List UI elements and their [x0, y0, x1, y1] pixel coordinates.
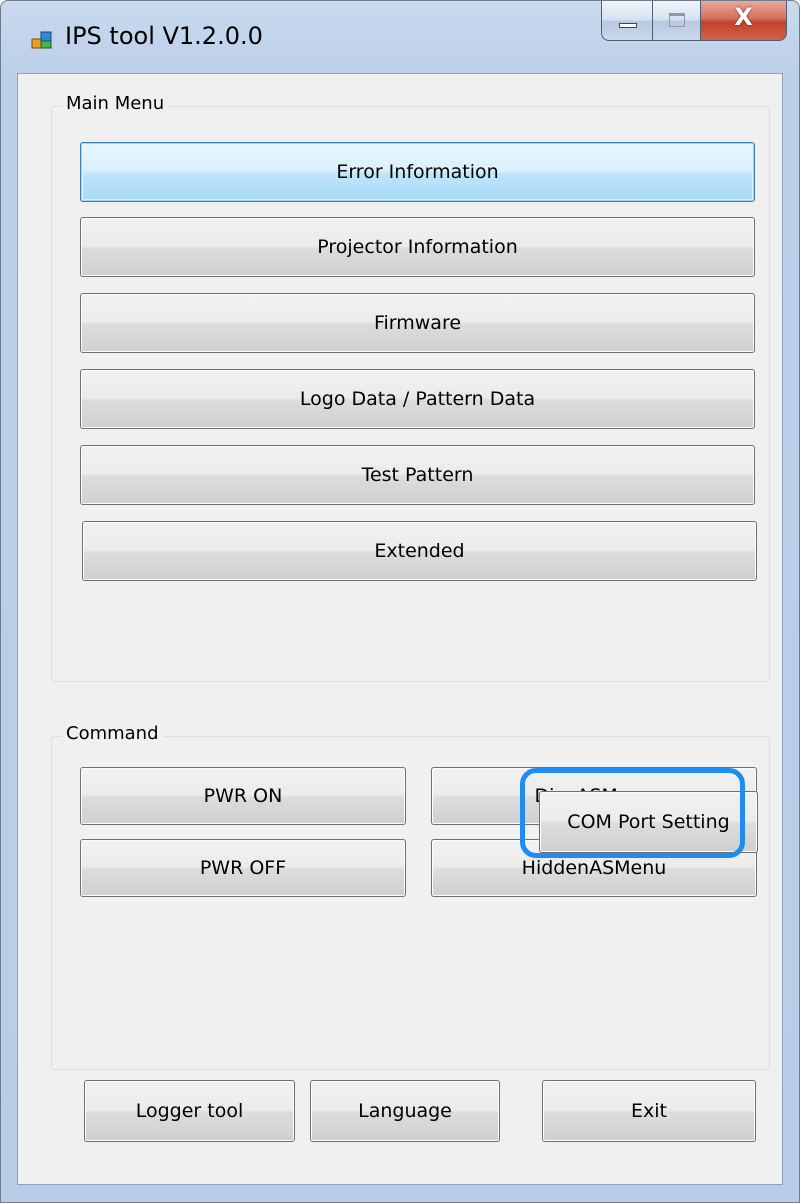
- projector-information-button[interactable]: Projector Information: [80, 217, 755, 277]
- maximize-button[interactable]: [653, 1, 701, 41]
- language-button[interactable]: Language: [310, 1080, 500, 1142]
- minimize-button[interactable]: [601, 1, 653, 41]
- logger-tool-button[interactable]: Logger tool: [84, 1080, 295, 1142]
- title-bar[interactable]: IPS tool V1.2.0.0 X: [1, 1, 799, 73]
- close-icon: X: [734, 3, 753, 31]
- highlight-ring: [520, 768, 745, 858]
- main-menu-label: Main Menu: [62, 93, 169, 114]
- minimize-icon: [619, 23, 637, 28]
- exit-button[interactable]: Exit: [542, 1080, 756, 1142]
- close-button[interactable]: X: [701, 1, 787, 41]
- client-area: Main Menu Error Information Projector In…: [17, 73, 783, 1185]
- extended-button[interactable]: Extended: [82, 521, 757, 581]
- maximize-icon: [669, 13, 685, 27]
- test-pattern-button[interactable]: Test Pattern: [80, 445, 755, 505]
- app-window: IPS tool V1.2.0.0 X Main Menu Error Info…: [0, 0, 800, 1203]
- firmware-button[interactable]: Firmware: [80, 293, 755, 353]
- caption-buttons: X: [601, 1, 787, 41]
- window-title: IPS tool V1.2.0.0: [65, 22, 263, 50]
- command-label: Command: [62, 723, 163, 744]
- pwr-off-button[interactable]: PWR OFF: [80, 839, 406, 897]
- pwr-on-button[interactable]: PWR ON: [80, 767, 406, 825]
- error-information-button[interactable]: Error Information: [80, 142, 755, 202]
- app-icon: [31, 31, 52, 49]
- logo-pattern-data-button[interactable]: Logo Data / Pattern Data: [80, 369, 755, 429]
